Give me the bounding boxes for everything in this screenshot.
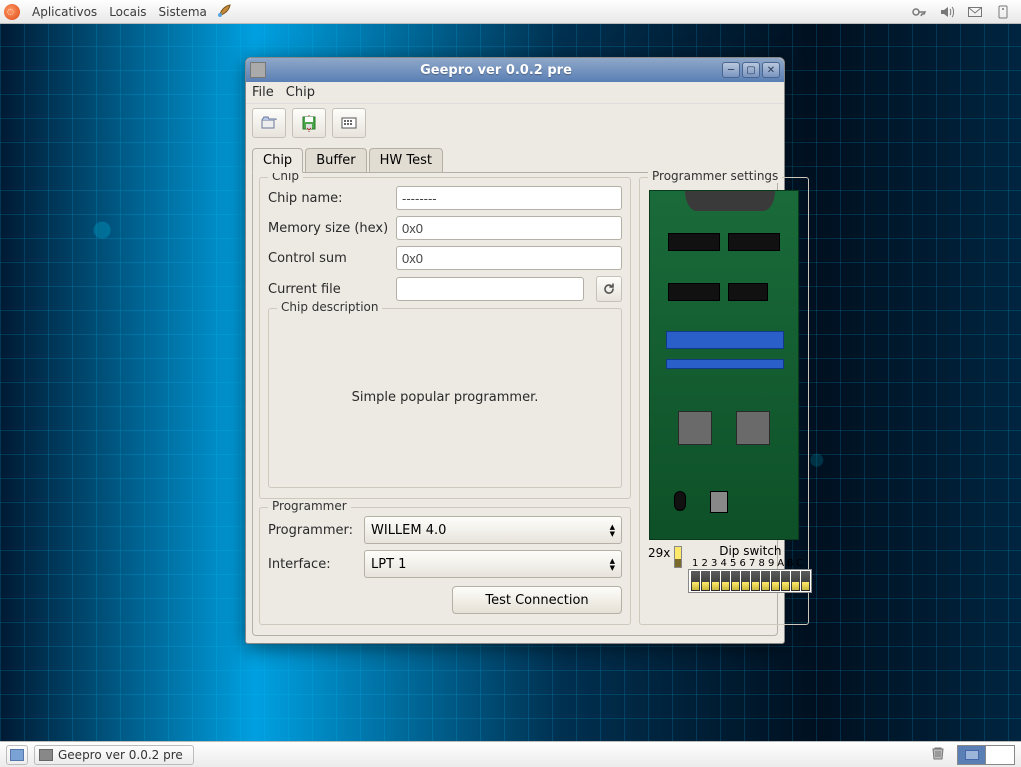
trash-icon[interactable] xyxy=(929,744,947,766)
toolbar-save-icon[interactable] xyxy=(292,108,326,138)
taskbar-app-label: Geepro ver 0.0.2 pre xyxy=(58,748,183,762)
current-file-label: Current file xyxy=(268,282,390,297)
mail-icon[interactable] xyxy=(967,4,983,20)
shutdown-icon[interactable] xyxy=(995,4,1011,20)
tab-hwtest[interactable]: HW Test xyxy=(369,148,443,173)
menu-places[interactable]: Locais xyxy=(103,5,152,19)
dip-switch-11[interactable] xyxy=(791,571,800,591)
chip-description-text: Simple popular programmer. xyxy=(277,317,613,477)
chevron-updown-icon: ▲▼ xyxy=(610,558,615,571)
dip-label: 9 xyxy=(766,558,776,569)
dip-switch-4[interactable] xyxy=(721,571,730,591)
tab-chip[interactable]: Chip xyxy=(252,148,303,173)
dip-switch-9[interactable] xyxy=(771,571,780,591)
dip-label: 2 xyxy=(700,558,710,569)
dip-switch-12[interactable] xyxy=(801,571,810,591)
toolbar xyxy=(246,103,784,142)
programmer-frame: Programmer Programmer: WILLEM 4.0 ▲▼ Int… xyxy=(259,507,631,625)
close-button[interactable]: ✕ xyxy=(762,62,780,78)
dip-switch-title: Dip switch xyxy=(688,544,812,558)
ubuntu-logo-icon[interactable] xyxy=(4,4,20,20)
keys-icon[interactable] xyxy=(911,4,927,20)
dip-label: 8 xyxy=(757,558,767,569)
programmer-settings-legend: Programmer settings xyxy=(648,169,782,183)
dip-label: 3 xyxy=(709,558,719,569)
menu-file[interactable]: File xyxy=(252,85,274,100)
jumper-29x-icon xyxy=(674,546,682,568)
dip-switch-8[interactable] xyxy=(761,571,770,591)
chip-name-input[interactable] xyxy=(396,186,622,210)
dip-label: 7 xyxy=(747,558,757,569)
appearance-icon[interactable] xyxy=(217,2,233,21)
taskbar-app-button[interactable]: Geepro ver 0.0.2 pre xyxy=(34,745,194,765)
chip-name-label: Chip name: xyxy=(268,191,390,206)
menubar: File Chip xyxy=(246,82,784,103)
tab-buffer[interactable]: Buffer xyxy=(305,148,366,173)
programmer-combo-value: WILLEM 4.0 xyxy=(371,523,446,538)
interface-label: Interface: xyxy=(268,557,358,572)
test-connection-button[interactable]: Test Connection xyxy=(452,586,622,614)
control-sum-label: Control sum xyxy=(268,251,390,266)
memory-size-label: Memory size (hex) xyxy=(268,221,390,236)
dip-switch-1[interactable] xyxy=(691,571,700,591)
top-panel: Aplicativos Locais Sistema xyxy=(0,0,1021,24)
bottom-panel: Geepro ver 0.0.2 pre xyxy=(0,741,1021,767)
chip-frame: Chip Chip name: Memory size (hex) Contro… xyxy=(259,177,631,499)
programmer-legend: Programmer xyxy=(268,499,351,513)
interface-combo-value: LPT 1 xyxy=(371,557,406,572)
dip-label: A xyxy=(776,558,786,569)
programmer-board-image xyxy=(649,190,799,540)
tab-page-chip: Chip Chip name: Memory size (hex) Contro… xyxy=(252,172,778,636)
dip-switch-panel xyxy=(688,569,812,593)
dip-switch-7[interactable] xyxy=(751,571,760,591)
programmer-combo[interactable]: WILLEM 4.0 ▲▼ xyxy=(364,516,622,544)
programmer-label: Programmer: xyxy=(268,523,358,538)
dip-label: 6 xyxy=(738,558,748,569)
programmer-settings-frame: Programmer settings xyxy=(639,177,809,625)
menu-system[interactable]: Sistema xyxy=(153,5,213,19)
minimize-button[interactable]: ─ xyxy=(722,62,740,78)
control-sum-input[interactable] xyxy=(396,246,622,270)
dip-label: B xyxy=(785,558,795,569)
toolbar-config-icon[interactable] xyxy=(332,108,366,138)
dip-label: 1 xyxy=(690,558,700,569)
maximize-button[interactable]: ▢ xyxy=(742,62,760,78)
dip-switch-3[interactable] xyxy=(711,571,720,591)
workspace-1[interactable] xyxy=(958,746,986,764)
toolbar-open-icon[interactable] xyxy=(252,108,286,138)
dip-switch-scale: 123456789ABC xyxy=(690,558,812,569)
refresh-button[interactable] xyxy=(596,276,622,302)
jumper-29x-label: 29x xyxy=(648,546,670,560)
interface-combo[interactable]: LPT 1 ▲▼ xyxy=(364,550,622,578)
volume-icon[interactable] xyxy=(939,4,955,20)
dip-switch-10[interactable] xyxy=(781,571,790,591)
titlebar[interactable]: Geepro ver 0.0.2 pre ─ ▢ ✕ xyxy=(246,58,784,82)
current-file-input[interactable] xyxy=(396,277,584,301)
menu-chip[interactable]: Chip xyxy=(286,85,315,100)
dip-switch-5[interactable] xyxy=(731,571,740,591)
app-window: Geepro ver 0.0.2 pre ─ ▢ ✕ File Chip Chi… xyxy=(245,57,785,644)
chevron-updown-icon: ▲▼ xyxy=(610,524,615,537)
workspace-switcher[interactable] xyxy=(957,745,1015,765)
memory-size-input[interactable] xyxy=(396,216,622,240)
dip-label: C xyxy=(795,558,805,569)
window-app-icon xyxy=(250,62,266,78)
chip-description-frame: Chip description Simple popular programm… xyxy=(268,308,622,488)
dip-label: 5 xyxy=(728,558,738,569)
chip-description-legend: Chip description xyxy=(277,300,382,314)
window-title: Geepro ver 0.0.2 pre xyxy=(270,63,722,78)
menu-applications[interactable]: Aplicativos xyxy=(26,5,103,19)
dip-label: 4 xyxy=(719,558,729,569)
workspace-2[interactable] xyxy=(986,746,1014,764)
dip-switch-2[interactable] xyxy=(701,571,710,591)
dip-switch-6[interactable] xyxy=(741,571,750,591)
show-desktop-button[interactable] xyxy=(6,745,28,765)
taskbar-app-icon xyxy=(39,749,53,761)
